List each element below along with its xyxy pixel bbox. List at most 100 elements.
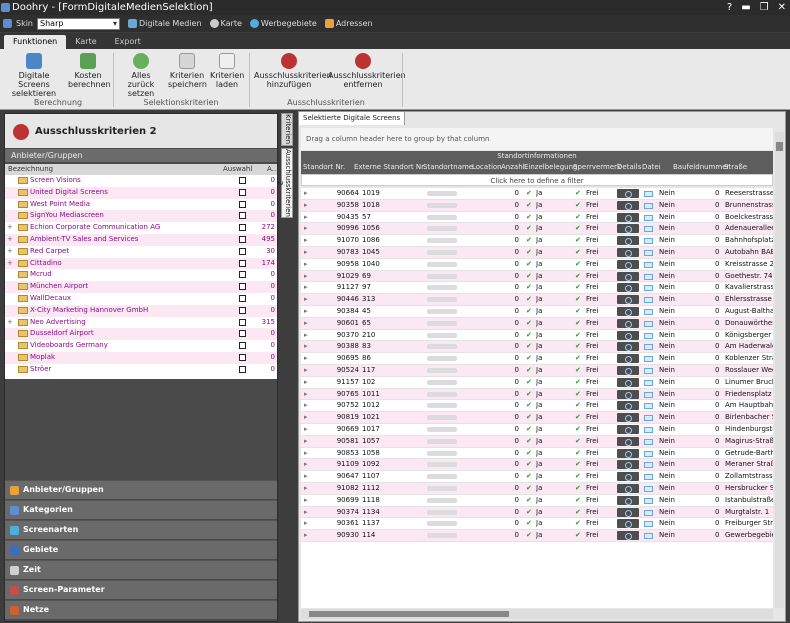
col-bezeichnung[interactable]: Bezeichnung xyxy=(8,164,53,175)
file-icon[interactable] xyxy=(644,332,653,339)
table-row[interactable]: ▸ 90765 1011 0 ✔ Ja ✔ Frei Nein 0 Friedensplatz - xyxy=(301,388,773,401)
close-button[interactable]: ✕ xyxy=(778,0,786,15)
auswahl-checkbox[interactable] xyxy=(239,330,246,338)
details-button[interactable] xyxy=(617,519,639,529)
tree-row[interactable]: Moplak 0 xyxy=(5,352,277,364)
file-icon[interactable] xyxy=(644,391,653,398)
auswahl-checkbox[interactable] xyxy=(239,271,246,279)
tree-row[interactable]: + Red Carpet 30 xyxy=(5,246,277,258)
auswahl-checkbox[interactable] xyxy=(239,354,246,361)
table-row[interactable]: ▸ 908531058 0 ✔ Ja ✔ Frei Nein 0 Getrude-Barthe xyxy=(301,448,773,460)
table-row[interactable]: ▸ 90664 1019 0 ✔ Ja ✔ Frei Nein 0 Reeserstrasse xyxy=(301,188,773,200)
tree-row[interactable]: Ströer 0 xyxy=(5,364,277,376)
table-row[interactable]: ▸ 90783 1045 0 ✔ Ja ✔ Frei Nein 0 Autobahn BAB xyxy=(301,247,773,259)
auswahl-checkbox[interactable] xyxy=(239,200,246,208)
details-button[interactable] xyxy=(617,460,639,470)
group-by-area[interactable]: Drag a column header here to group by th… xyxy=(301,128,773,150)
werbegebiete-link[interactable]: Werbegebiete xyxy=(249,19,317,28)
details-button[interactable] xyxy=(617,436,639,446)
column-header[interactable]: Standortname xyxy=(423,161,473,174)
auswahl-checkbox[interactable] xyxy=(239,224,246,232)
file-icon[interactable] xyxy=(644,191,653,197)
table-row[interactable]: ▸ 91082 1112 0 ✔ Ja ✔ Frei Nein 0 Hersbrucker St xyxy=(301,483,773,495)
expand-icon[interactable]: + xyxy=(7,246,13,257)
file-icon[interactable] xyxy=(644,521,653,528)
file-icon[interactable] xyxy=(644,379,653,386)
column-header[interactable]: Details xyxy=(617,161,641,174)
tree-row[interactable]: WallDecaux 0 xyxy=(5,293,277,305)
table-row[interactable]: ▸ 90388 83 0 ✔ Ja ✔ Frei Nein 0 Am Haderwald xyxy=(301,341,773,354)
file-icon[interactable] xyxy=(644,273,653,280)
nav-item[interactable]: Anbieter/Gruppen xyxy=(5,480,277,499)
restore-button[interactable]: ❐ xyxy=(760,0,769,15)
nav-item[interactable]: Gebiete xyxy=(5,540,277,559)
auswahl-checkbox[interactable] xyxy=(239,188,246,196)
file-icon[interactable] xyxy=(644,497,653,504)
auswahl-checkbox[interactable] xyxy=(239,247,246,255)
table-row[interactable]: ▸ 90374 1134 0 ✔ Ja ✔ Frei Nein 0 Murgtalstr. 1 xyxy=(301,506,773,519)
details-button[interactable] xyxy=(617,366,639,375)
nav-item[interactable]: Zeit xyxy=(5,560,277,579)
details-button[interactable] xyxy=(617,401,639,411)
details-button[interactable] xyxy=(617,318,639,328)
file-icon[interactable] xyxy=(644,320,653,327)
tree-row[interactable]: + Neo Advertising 315 xyxy=(5,317,277,329)
details-button[interactable] xyxy=(617,342,639,352)
ausschlusskriterien-entfernen-button[interactable]: Ausschlusskriterien entfernen xyxy=(328,53,406,89)
file-icon[interactable] xyxy=(644,250,653,256)
details-button[interactable] xyxy=(617,389,639,399)
details-button[interactable] xyxy=(617,507,639,517)
expand-icon[interactable]: + xyxy=(7,222,13,233)
details-button[interactable] xyxy=(617,472,639,482)
kriterien-laden-button[interactable]: Kriterien laden xyxy=(210,53,244,89)
column-header[interactable]: Sperrvermerk xyxy=(573,161,621,174)
tree-row[interactable]: + Ambient-TV Sales and Services 495 xyxy=(5,234,277,246)
file-icon[interactable] xyxy=(644,356,653,363)
tree-row[interactable]: + Cittadino 174 xyxy=(5,257,277,270)
file-icon[interactable] xyxy=(644,486,653,492)
col-anzahl[interactable]: A... xyxy=(267,164,278,175)
column-header[interactable]: Standort Nr. xyxy=(303,161,345,174)
details-button[interactable] xyxy=(617,236,639,246)
auswahl-checkbox[interactable] xyxy=(239,259,246,267)
tree-row[interactable]: X-City Marketing Hannover GmbH 0 xyxy=(5,304,277,317)
table-row[interactable]: ▸ 9112797 0 ✔ Ja ✔ Frei Nein 0 Kavalierstrasse xyxy=(301,282,773,295)
details-button[interactable] xyxy=(617,295,639,305)
file-icon[interactable] xyxy=(644,474,653,481)
tab-karte[interactable]: Karte xyxy=(66,35,105,49)
column-header[interactable]: Externe Standort Nr. xyxy=(354,161,426,174)
expand-icon[interactable]: + xyxy=(7,317,13,328)
tree-row[interactable]: + Echion Corporate Communication AG 272 xyxy=(5,222,277,234)
tab-ausschlusskriterien-2[interactable]: Ausschlusskriterien 2 xyxy=(276,148,293,218)
expand-icon[interactable]: + xyxy=(7,258,13,269)
details-button[interactable] xyxy=(617,425,639,434)
table-row[interactable]: ▸ 90699 1118 0 ✔ Ja ✔ Frei Nein 0 Istanbulstraße xyxy=(301,495,773,507)
table-row[interactable]: ▸ 90930114 0 ✔ Ja ✔ Frei Nein 0 Gewerbegebiet xyxy=(301,530,773,542)
horizontal-scrollbar[interactable] xyxy=(301,609,773,619)
table-row[interactable]: ▸ 90695 86 0 ✔ Ja ✔ Frei Nein 0 Koblenzer Stra xyxy=(301,353,773,365)
nav-item[interactable]: Kategorien xyxy=(5,500,277,519)
tab-funktionen[interactable]: Funktionen xyxy=(4,35,67,49)
auswahl-checkbox[interactable] xyxy=(239,306,246,314)
table-row[interactable]: ▸ 90647 1107 0 ✔ Ja ✔ Frei Nein 0 Zollamtstrasse xyxy=(301,471,773,483)
details-button[interactable] xyxy=(617,377,639,387)
scroll-thumb[interactable] xyxy=(776,142,783,151)
col-auswahl[interactable]: Auswahl xyxy=(223,164,252,175)
auswahl-checkbox[interactable] xyxy=(239,177,246,184)
table-row[interactable]: ▸ 91029 69 0 ✔ Ja ✔ Frei Nein 0 Goethestr. 74 xyxy=(301,270,773,283)
details-button[interactable] xyxy=(617,189,639,198)
table-row[interactable]: ▸ 91109 1092 0 ✔ Ja ✔ Frei Nein 0 Meraner Straß xyxy=(301,459,773,472)
filter-row[interactable]: Click here to define a filter xyxy=(301,174,773,186)
details-button[interactable] xyxy=(617,330,639,340)
file-icon[interactable] xyxy=(644,238,653,245)
tree-row[interactable]: Videoboards Germany 0 xyxy=(5,340,277,352)
details-button[interactable] xyxy=(617,354,639,364)
scroll-thumb[interactable] xyxy=(309,611,509,617)
tree-row[interactable]: West Point Media 0 xyxy=(5,199,277,211)
tree-row[interactable]: United Digital Screens 0 xyxy=(5,186,277,199)
ausschlusskriterien-hinzufuegen-button[interactable]: Ausschlusskriterien hinzufügen xyxy=(254,53,332,89)
help-icon[interactable]: ? xyxy=(727,0,732,15)
auswahl-checkbox[interactable] xyxy=(239,295,246,302)
auswahl-checkbox[interactable] xyxy=(239,365,246,373)
adressen-link[interactable]: Adressen xyxy=(324,19,373,28)
